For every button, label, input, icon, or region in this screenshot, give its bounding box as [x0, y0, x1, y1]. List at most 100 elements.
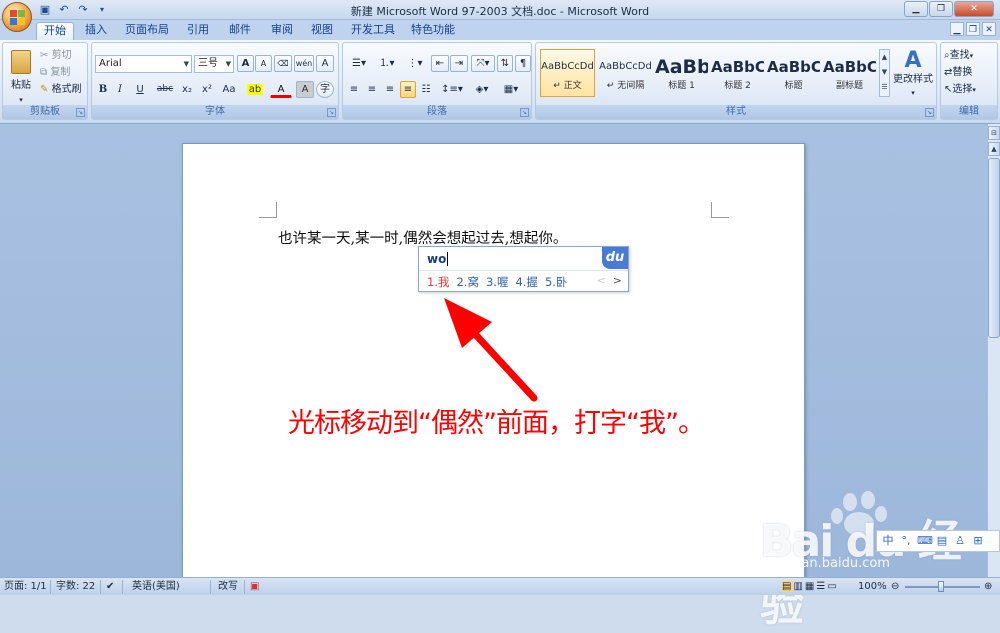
overtype-indicator[interactable]: 改写	[218, 580, 238, 594]
ime-user-icon[interactable]: ♙	[953, 534, 967, 548]
ime-candidate-window[interactable]: wo du 1.我 2.窝 3.喔 4.握 5.卧 < >	[418, 246, 629, 292]
view-buttons[interactable]: ▤▥▦☰▭	[782, 580, 839, 594]
draft-icon[interactable]: ▭	[827, 581, 838, 592]
underline-button[interactable]: U	[129, 81, 151, 98]
macro-record-icon[interactable]: ▣	[250, 580, 259, 594]
copy-button[interactable]: ⧉ 复制	[39, 64, 87, 81]
font-size-combo[interactable]: 三号 ▼	[194, 55, 234, 73]
align-left-button[interactable]: ≡	[346, 81, 362, 98]
ribbon-minimize-icon[interactable]: ▁	[950, 22, 964, 36]
page-count[interactable]: 页面: 1/1	[4, 580, 47, 594]
scrollbar-thumb[interactable]	[988, 158, 1000, 338]
tab-home[interactable]: 开始	[36, 22, 74, 40]
minimize-button[interactable]: ▁	[904, 1, 928, 17]
dialog-launcher-icon[interactable]: ↘	[76, 108, 85, 117]
increase-indent-button[interactable]: ⇥	[450, 55, 468, 72]
tab-developer[interactable]: 开发工具	[348, 22, 398, 40]
font-color-button[interactable]: A	[270, 81, 292, 98]
multilevel-list-button[interactable]: ⋮▾	[402, 55, 428, 72]
styles-gallery-scroll[interactable]: ▲ ▼ ☰	[879, 49, 890, 97]
change-case-button[interactable]: Aa	[218, 81, 240, 98]
scroll-up-icon[interactable]: ▲	[988, 142, 1000, 156]
clear-format-button[interactable]: ⌫	[274, 55, 292, 72]
style-heading-2[interactable]: AaBbC 标题 2	[710, 49, 765, 97]
borders-button[interactable]: ▦▾	[497, 81, 525, 98]
zoom-level[interactable]: 100%	[858, 580, 887, 594]
proofing-icon[interactable]: ✔	[106, 580, 114, 594]
bullets-button[interactable]: ☰▾	[346, 55, 372, 72]
style-title[interactable]: AaBbC 标题	[766, 49, 821, 97]
restore-button[interactable]: ❐	[929, 1, 953, 17]
find-button[interactable]: ⌕查找▾	[943, 47, 995, 64]
tab-special-features[interactable]: 特色功能	[408, 22, 458, 40]
ribbon-close-icon[interactable]: ✕	[982, 22, 996, 36]
cut-button[interactable]: ✂ 剪切	[39, 47, 87, 64]
replace-button[interactable]: ⇄替换	[943, 64, 995, 81]
format-painter-button[interactable]: ✎ 格式刷	[39, 81, 87, 98]
ime-prev-icon[interactable]: <	[597, 274, 606, 287]
superscript-button[interactable]: x²	[198, 81, 216, 98]
ime-keyboard-icon[interactable]: ⌨	[917, 534, 933, 548]
style-heading-1[interactable]: AaBb 标题 1	[654, 49, 709, 97]
ime-candidate[interactable]: 4.握	[515, 275, 537, 289]
sort-button[interactable]: ⇅	[497, 55, 513, 72]
strikethrough-button[interactable]: abc	[154, 81, 176, 98]
ime-candidate[interactable]: 3.喔	[486, 275, 508, 289]
shading-button[interactable]: ◈▾	[469, 81, 495, 98]
print-layout-icon[interactable]: ▤	[782, 581, 794, 592]
shrink-font-button[interactable]: A	[255, 55, 272, 72]
tab-mailings[interactable]: 邮件	[224, 22, 256, 40]
enclose-char-button[interactable]: 字	[316, 81, 334, 98]
tab-view[interactable]: 视图	[306, 22, 338, 40]
distributed-button[interactable]: ☷	[418, 81, 434, 98]
chinese-layout-button[interactable]: ⤧▾	[471, 55, 495, 72]
zoom-slider-knob[interactable]	[938, 581, 944, 592]
align-center-button[interactable]: ≡	[364, 81, 380, 98]
ime-punctuation-icon[interactable]: °,	[899, 534, 913, 548]
highlight-button[interactable]: ab	[244, 81, 266, 98]
font-name-combo[interactable]: Arial ▼	[95, 55, 192, 73]
show-marks-button[interactable]: ¶	[515, 55, 531, 72]
tab-insert[interactable]: 插入	[80, 22, 112, 40]
ime-chinese-mode-icon[interactable]: 中	[881, 534, 895, 548]
bold-button[interactable]: B	[95, 81, 111, 98]
ribbon-restore-icon[interactable]: ❐	[966, 22, 980, 36]
outline-icon[interactable]: ☰	[816, 581, 827, 592]
paste-button[interactable]: 粘贴 ▾	[5, 47, 37, 104]
ruler-toggle-icon[interactable]: ⊟	[988, 126, 1000, 140]
style-subtitle[interactable]: AaBbC 副标题	[822, 49, 877, 97]
italic-button[interactable]: I	[112, 81, 128, 98]
decrease-indent-button[interactable]: ⇤	[431, 55, 449, 72]
web-layout-icon[interactable]: ▦	[805, 581, 816, 592]
line-spacing-button[interactable]: ↕≡▾	[439, 81, 465, 98]
dialog-launcher-icon[interactable]: ↘	[327, 108, 336, 117]
tab-references[interactable]: 引用	[182, 22, 214, 40]
zoom-in-icon[interactable]: ⊕	[984, 580, 992, 594]
ime-candidate[interactable]: 1.我	[427, 275, 449, 289]
justify-button[interactable]: ≡	[400, 81, 416, 98]
language-indicator[interactable]: 英语(美国)	[132, 580, 180, 594]
align-right-button[interactable]: ≡	[382, 81, 398, 98]
numbering-button[interactable]: ⒈▾	[374, 55, 400, 72]
office-button[interactable]	[2, 2, 32, 32]
ime-candidate[interactable]: 5.卧	[545, 275, 567, 289]
ime-next-icon[interactable]: >	[613, 274, 622, 287]
ime-candidate[interactable]: 2.窝	[456, 275, 478, 289]
style-normal[interactable]: AaBbCcDd ↵ 正文	[540, 49, 595, 97]
dialog-launcher-icon[interactable]: ↘	[520, 108, 529, 117]
zoom-out-icon[interactable]: ⊖	[891, 580, 899, 594]
word-count[interactable]: 字数: 22	[56, 580, 95, 594]
char-shading-button[interactable]: A	[296, 81, 314, 98]
tab-review[interactable]: 审阅	[266, 22, 298, 40]
char-border-button[interactable]: A	[316, 55, 334, 72]
tab-page-layout[interactable]: 页面布局	[122, 22, 172, 40]
ime-toolbox-icon[interactable]: ▤	[935, 534, 949, 548]
phonetic-guide-button[interactable]: wén	[294, 55, 314, 72]
subscript-button[interactable]: x₂	[178, 81, 196, 98]
change-styles-button[interactable]: A 更改样式 ▾	[892, 47, 934, 103]
dialog-launcher-icon[interactable]: ↘	[925, 108, 934, 117]
style-no-spacing[interactable]: AaBbCcDd ↵ 无间隔	[598, 49, 653, 97]
select-button[interactable]: ↖选择▾	[943, 81, 995, 98]
full-screen-icon[interactable]: ▥	[793, 581, 804, 592]
grow-font-button[interactable]: A	[237, 55, 254, 72]
